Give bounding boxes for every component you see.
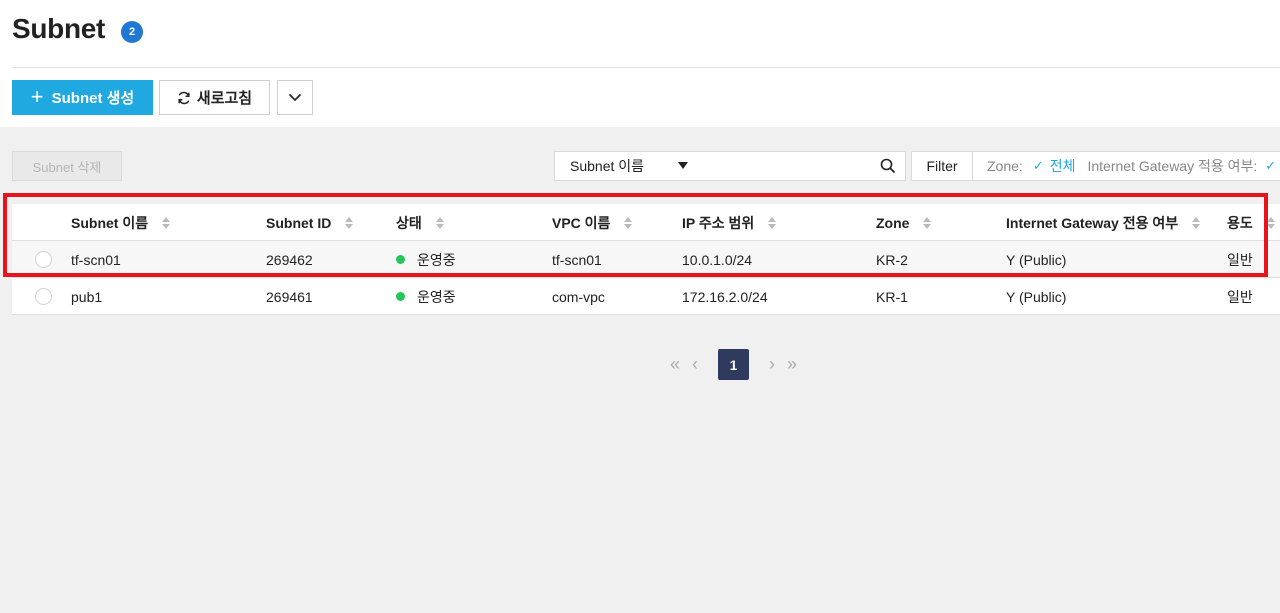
igw-filter-label: Internet Gateway 적용 여부: bbox=[1087, 158, 1258, 174]
create-subnet-button[interactable]: + Subnet 생성 bbox=[12, 80, 153, 115]
cell-usage: 일반 bbox=[1227, 288, 1253, 305]
caret-down-icon bbox=[678, 162, 688, 169]
next-page-icon[interactable]: › bbox=[762, 349, 782, 380]
check-icon: ✓ bbox=[1032, 158, 1044, 173]
create-subnet-label: Subnet 생성 bbox=[51, 90, 135, 107]
search-icon[interactable] bbox=[880, 158, 896, 174]
cell-vpc-name: com-vpc bbox=[552, 288, 605, 305]
search-input[interactable] bbox=[702, 151, 906, 181]
zone-filter-value: 전체 bbox=[1049, 158, 1076, 174]
filter-summary[interactable]: Zone: ✓ 전체 Internet Gateway 적용 여부: ✓ bbox=[973, 151, 1280, 181]
cell-igw: Y (Public) bbox=[1006, 288, 1067, 305]
refresh-label: 새로고침 bbox=[196, 90, 253, 107]
search-field-select[interactable]: Subnet 이름 bbox=[554, 151, 703, 181]
refresh-button[interactable]: 새로고침 bbox=[159, 80, 270, 115]
page-current[interactable]: 1 bbox=[718, 349, 749, 380]
divider bbox=[12, 67, 1280, 68]
cell-zone: KR-1 bbox=[876, 288, 908, 305]
check-icon: ✓ bbox=[1265, 158, 1277, 173]
cell-status: 운영중 bbox=[396, 278, 456, 315]
cell-ip-range: 172.16.2.0/24 bbox=[682, 288, 768, 305]
page-header: Subnet 2 + Subnet 생성 새로고침 bbox=[0, 0, 1280, 127]
filter-button[interactable]: Filter bbox=[911, 151, 973, 181]
page-title: Subnet bbox=[12, 13, 106, 44]
last-page-icon[interactable]: » bbox=[782, 349, 802, 380]
highlight-box bbox=[3, 193, 1268, 277]
chevron-down-icon bbox=[288, 93, 302, 102]
row-radio[interactable] bbox=[35, 288, 52, 305]
count-badge: 2 bbox=[121, 21, 143, 43]
search-field-label: Subnet 이름 bbox=[570, 158, 645, 174]
prev-page-icon[interactable]: ‹ bbox=[685, 349, 705, 380]
pagination: « ‹ 1 › » bbox=[665, 349, 802, 380]
cell-subnet-id: 269461 bbox=[266, 288, 313, 305]
more-actions-button[interactable] bbox=[277, 80, 313, 115]
zone-filter-label: Zone: bbox=[987, 158, 1023, 174]
refresh-icon bbox=[178, 91, 190, 104]
plus-icon: + bbox=[30, 83, 44, 109]
cell-subnet-name: pub1 bbox=[71, 288, 103, 305]
delete-subnet-button[interactable]: Subnet 삭제 bbox=[12, 151, 122, 181]
table-row[interactable]: pub1 269461 운영중 com-vpc 172.16.2.0/24 KR… bbox=[12, 278, 1280, 315]
first-page-icon[interactable]: « bbox=[665, 349, 685, 380]
status-dot-icon bbox=[396, 292, 405, 301]
